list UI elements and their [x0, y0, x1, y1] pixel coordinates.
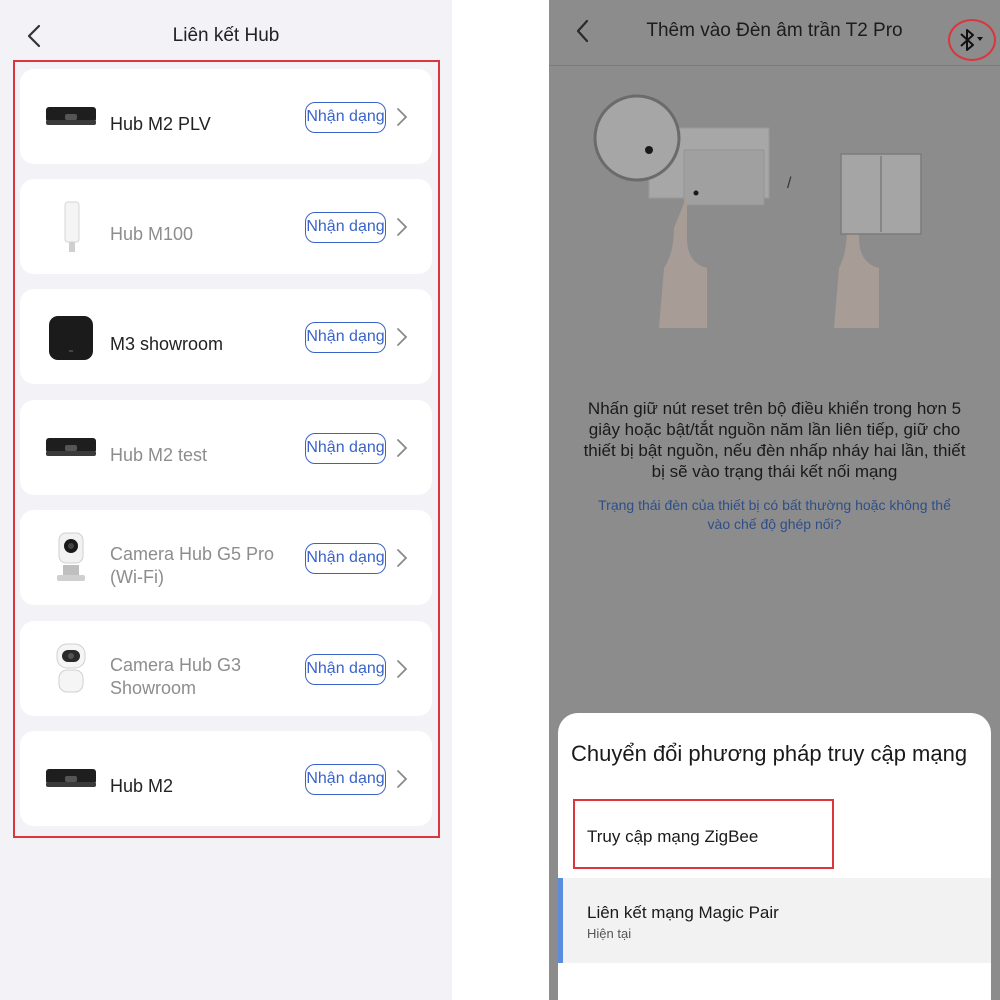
chevron-right-icon[interactable] [396, 217, 408, 237]
hub-card[interactable]: Hub M2 Nhận dạng [20, 731, 432, 826]
identify-button[interactable]: Nhận dạng [305, 212, 386, 243]
camera-g3-device-icon [42, 641, 100, 699]
reset-instructions: Nhấn giữ nút reset trên bộ điều khiển tr… [583, 399, 966, 481]
chevron-right-icon[interactable] [396, 548, 408, 568]
network-method-sheet: Chuyển đổi phương pháp truy cập mạng Tru… [558, 713, 991, 1000]
back-arrow-icon[interactable] [571, 18, 597, 44]
option-label: Truy cập mạng ZigBee [587, 827, 759, 846]
add-device-screen: Thêm vào Đèn âm trần T2 Pro / Nhấn giữ n… [549, 0, 1000, 1000]
identify-button[interactable]: Nhận dạng [305, 654, 386, 685]
identify-button[interactable]: Nhận dạng [305, 322, 386, 353]
screenshot-composite: Liên kết Hub Hub M2 PLV Nhận dạng Hub M1… [0, 0, 1000, 1000]
hub-name: Hub M2 [110, 776, 174, 796]
camera-g5-device-icon [42, 530, 100, 588]
hub-name: Camera Hub G5 Pro (Wi-Fi) [110, 543, 275, 587]
page-title: Thêm vào Đèn âm trần T2 Pro [646, 20, 903, 41]
hub-card[interactable]: Camera Hub G3 Showroom Nhận dạng [20, 621, 432, 716]
identify-button[interactable]: Nhận dạng [305, 543, 386, 574]
hub-name: M3 showroom [110, 334, 224, 354]
chevron-right-icon[interactable] [396, 438, 408, 458]
hub-name: Camera Hub G3 Showroom [110, 654, 242, 698]
hub-card[interactable]: Hub M2 PLV Nhận dạng [20, 69, 432, 164]
hub-link-screen: Liên kết Hub Hub M2 PLV Nhận dạng Hub M1… [0, 0, 452, 1000]
hub-card[interactable]: M3 showroom Nhận dạng [20, 289, 432, 384]
chevron-right-icon[interactable] [396, 107, 408, 127]
sheet-title: Chuyển đổi phương pháp truy cập mạng [571, 741, 968, 766]
identify-button[interactable]: Nhận dạng [305, 102, 386, 133]
identify-button[interactable]: Nhận dạng [305, 764, 386, 795]
header: Thêm vào Đèn âm trần T2 Pro [549, 0, 1000, 66]
hub-card[interactable]: Hub M2 test Nhận dạng [20, 400, 432, 495]
page-title: Liên kết Hub [172, 25, 280, 46]
identify-button[interactable]: Nhận dạng [305, 433, 386, 464]
hub-m2-device-icon [42, 420, 100, 478]
chevron-right-icon[interactable] [396, 659, 408, 679]
reset-instruction-illustration: / [593, 94, 922, 328]
hub-card[interactable]: Camera Hub G5 Pro (Wi-Fi) Nhận dạng [20, 510, 432, 605]
hub-m2-device-icon [42, 89, 100, 147]
current-status-label: Hiện tại [587, 926, 632, 941]
hub-m3-device-icon [42, 309, 100, 367]
hub-card[interactable]: Hub M100 Nhận dạng [20, 179, 432, 274]
hub-name: Hub M100 [110, 224, 194, 244]
option-zigbee[interactable]: Truy cập mạng ZigBee [558, 799, 991, 877]
bluetooth-icon [960, 29, 983, 51]
hub-m2-device-icon [42, 751, 100, 809]
hub-name: Hub M2 PLV [110, 114, 211, 134]
bluetooth-mode-toggle[interactable] [948, 19, 996, 61]
chevron-right-icon[interactable] [396, 769, 408, 789]
hub-m100-device-icon [42, 199, 100, 257]
illustration-separator: / [787, 175, 792, 192]
option-magic-pair[interactable]: Liên kết mạng Magic Pair Hiện tại [558, 878, 991, 963]
hub-name: Hub M2 test [110, 445, 208, 465]
help-link[interactable]: Trạng thái đèn của thiết bị có bất thườn… [589, 496, 960, 534]
header: Liên kết Hub [0, 0, 452, 70]
option-label: Liên kết mạng Magic Pair [587, 903, 779, 922]
chevron-right-icon[interactable] [396, 327, 408, 347]
